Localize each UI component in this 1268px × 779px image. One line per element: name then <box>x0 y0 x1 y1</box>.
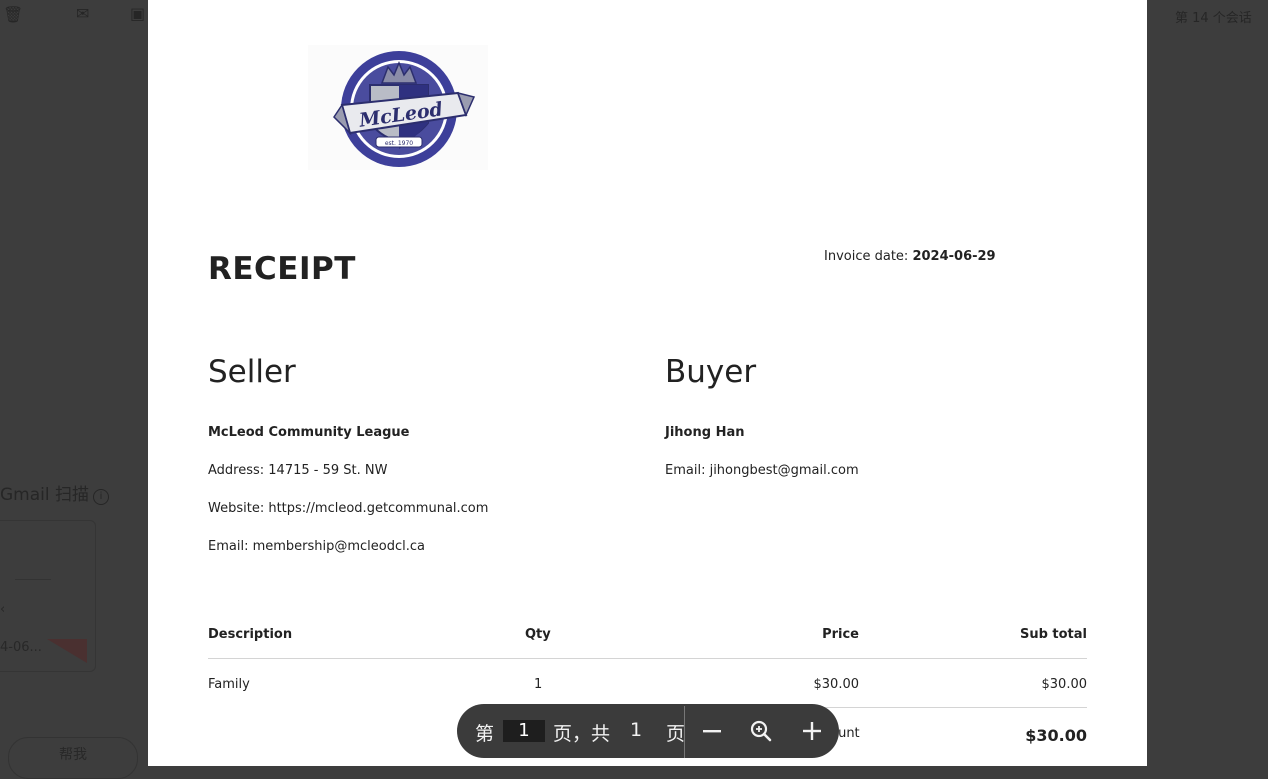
snooze-icon: ▣ <box>130 4 146 23</box>
seller-website: Website: https://mcleod.getcommunal.com <box>208 501 489 516</box>
pdf-page: McLeod est. 1970 RECEIPT Invoice date: 2… <box>148 0 1147 766</box>
buyer-heading: Buyer <box>665 354 757 390</box>
seller-heading: Seller <box>208 354 296 390</box>
mark-unread-icon: ✉ <box>76 4 90 23</box>
gmail-scan-label: Gmail 扫描 i <box>0 480 110 505</box>
row-price: $30.00 <box>813 677 860 692</box>
page-number-input[interactable]: 1 <box>503 720 545 742</box>
zoom-reset-button[interactable] <box>747 717 775 745</box>
buyer-email: Email: jihongbest@gmail.com <box>665 463 859 478</box>
invoice-date-value: 2024-06-29 <box>912 249 996 264</box>
gmail-scan-text: Gmail 扫描 <box>0 485 90 505</box>
header-description: Description <box>208 627 293 642</box>
page-suffix: 页 <box>666 723 686 745</box>
total-value: $30.00 <box>1025 726 1087 745</box>
mcleod-logo: McLeod est. 1970 <box>308 45 488 170</box>
minus-icon <box>703 730 721 733</box>
mcleod-crest-icon: McLeod est. 1970 <box>333 51 476 167</box>
invoice-date: Invoice date: 2024-06-29 <box>824 249 996 264</box>
invoice-date-label: Invoice date: <box>824 249 909 264</box>
zoom-magnifier-icon <box>750 720 772 742</box>
receipt-title: RECEIPT <box>208 251 356 287</box>
zoom-out-button[interactable] <box>698 717 726 745</box>
plus-icon <box>803 722 821 740</box>
header-divider <box>208 658 1087 659</box>
page-middle: 页，共 <box>553 723 611 745</box>
zoom-in-button[interactable] <box>798 717 826 745</box>
seller-email: Email: membership@mcleodcl.ca <box>208 539 426 554</box>
info-icon: i <box>93 489 110 505</box>
attachment-date: 4-06... <box>0 640 42 655</box>
pdf-badge <box>47 639 87 663</box>
header-qty: Qty <box>525 627 551 642</box>
buyer-name: Jihong Han <box>665 425 745 440</box>
header-subtotal: Sub total <box>1019 627 1087 642</box>
row-subtotal: $30.00 <box>1041 677 1088 692</box>
chevron-left-icon: ‹ <box>0 602 6 617</box>
toolbar-divider <box>684 706 685 758</box>
background-action-button: 帮我 <box>8 737 138 779</box>
page-total: 1 <box>630 719 643 741</box>
row-qty: 1 <box>534 677 543 692</box>
row-description: Family <box>208 677 250 692</box>
logo-est: est. 1970 <box>385 140 413 147</box>
seller-address: Address: 14715 - 59 St. NW <box>208 463 388 478</box>
trash-icon: 🗑 <box>3 5 24 24</box>
header-price: Price <box>822 627 859 642</box>
conversation-counter: 第 14 个会话 <box>1175 11 1252 26</box>
page-prefix: 第 <box>475 723 495 745</box>
seller-name: McLeod Community League <box>208 425 410 440</box>
page-toolbar: 第 1 页，共 1 页 <box>457 704 839 758</box>
